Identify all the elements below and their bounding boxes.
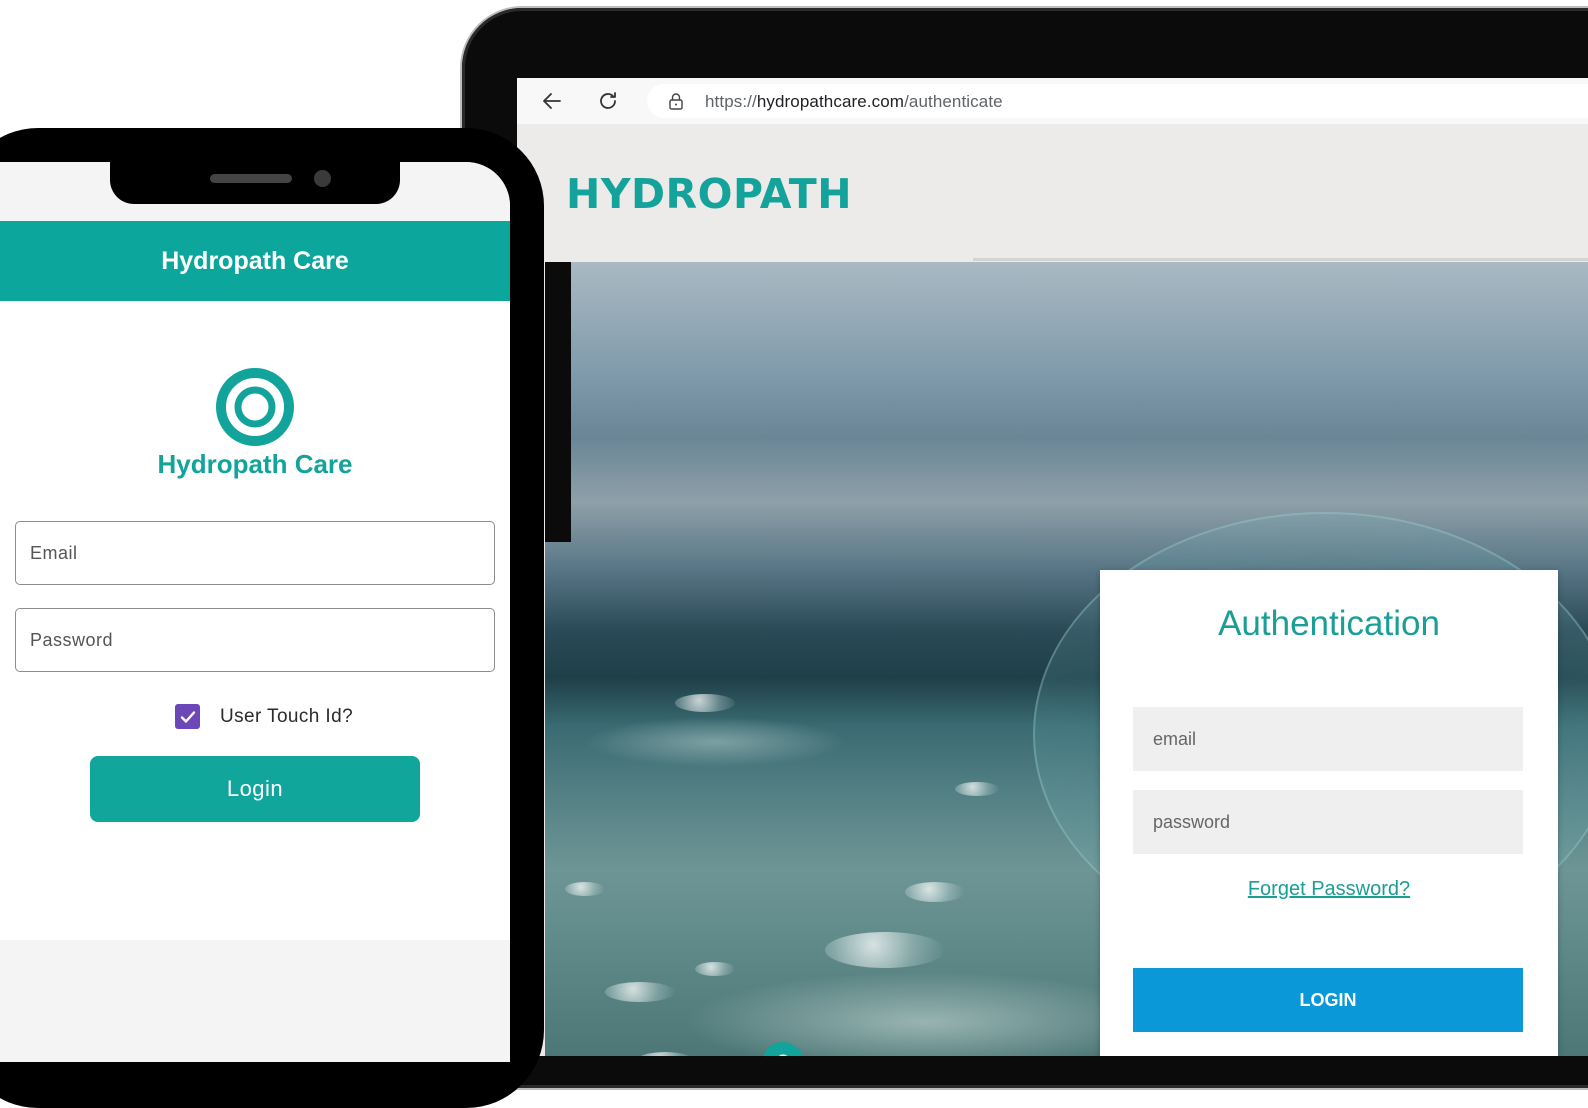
header-divider	[973, 258, 1588, 261]
app-footer-area	[0, 940, 510, 1062]
frame-edge	[545, 262, 571, 542]
url-host: hydropathcare.com	[756, 92, 905, 111]
water-bubble	[635, 1052, 695, 1056]
water-bubble	[565, 882, 605, 896]
water-bubble	[675, 694, 735, 712]
email-field[interactable]	[1133, 707, 1523, 771]
login-button[interactable]: LOGIN	[1133, 968, 1523, 1032]
checkmark-icon	[180, 710, 195, 723]
water-bubble	[605, 982, 675, 1002]
water-bubble	[955, 782, 999, 796]
password-field[interactable]	[1133, 790, 1523, 854]
forget-password-link[interactable]: Forget Password?	[1100, 878, 1558, 901]
logo-text: Hydropath Care	[157, 449, 353, 479]
hydropath-logo-icon	[216, 368, 294, 446]
touch-id-label: User Touch Id?	[220, 706, 354, 727]
reload-button[interactable]	[593, 86, 623, 116]
auth-title: Authentication	[1218, 604, 1440, 643]
mobile-app-screen: Hydropath Care Hydropath Care User Touch…	[0, 162, 510, 1062]
browser-window: https://hydropathcare.com/authenticate H…	[517, 78, 1588, 1056]
app-bar: Hydropath Care	[0, 221, 510, 301]
status-bar	[0, 162, 510, 221]
reload-icon	[600, 92, 616, 109]
url-path: /authenticate	[904, 92, 1003, 111]
lock-icon	[669, 93, 683, 110]
water-bubble	[825, 932, 945, 968]
water-bubble	[695, 962, 735, 976]
phone-notch	[110, 162, 400, 204]
url-scheme: https://	[705, 92, 757, 111]
speaker-icon	[210, 174, 292, 183]
address-bar[interactable]: https://hydropathcare.com/authenticate	[647, 84, 1588, 118]
app-bar-title: Hydropath Care	[161, 247, 349, 275]
url-text: https://hydropathcare.com/authenticate	[705, 92, 1003, 112]
camera-icon	[314, 170, 331, 187]
water-bubble	[905, 882, 965, 902]
brand-logo-text[interactable]: HYDROPATH	[566, 170, 852, 218]
email-field[interactable]	[15, 521, 495, 585]
authentication-card: Authentication Forget Password? LOGIN	[1100, 570, 1558, 1056]
page-indicator-badge: 2	[762, 1042, 804, 1056]
arrow-left-icon	[543, 93, 561, 109]
browser-toolbar: https://hydropathcare.com/authenticate	[517, 78, 1588, 124]
login-button[interactable]: Login	[90, 756, 420, 822]
password-field[interactable]	[15, 608, 495, 672]
site-header: HYDROPATH	[517, 124, 1588, 262]
hero-background: Authentication Forget Password? LOGIN 2	[545, 262, 1588, 1056]
back-button[interactable]	[537, 86, 567, 116]
touch-id-checkbox[interactable]	[175, 704, 200, 729]
